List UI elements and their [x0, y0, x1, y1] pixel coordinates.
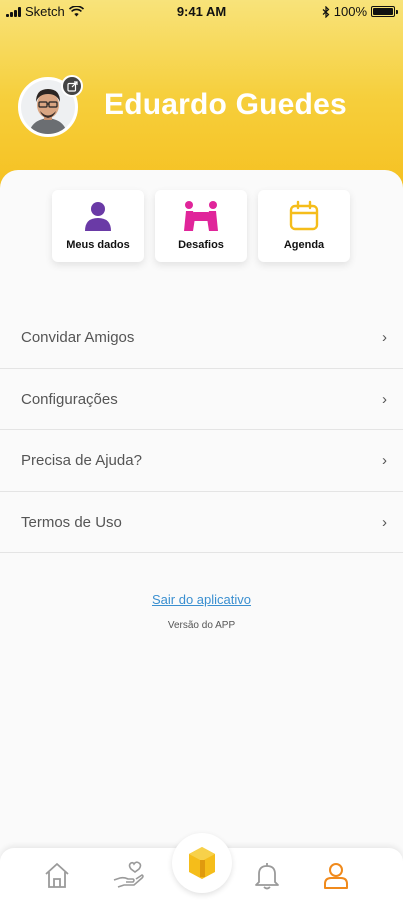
quick-action-label: Agenda [283, 239, 325, 251]
quick-action-agenda[interactable]: Agenda [258, 190, 350, 262]
user-name: Eduardo Guedes [104, 88, 347, 121]
menu-item-convidar-amigos[interactable]: Convidar Amigos › [0, 307, 403, 369]
menu-item-termos-de-uso[interactable]: Termos de Uso › [0, 492, 403, 553]
quick-action-meus-dados[interactable]: Meus dados [52, 190, 144, 262]
chevron-right-icon: › [382, 329, 387, 346]
bluetooth-icon [322, 5, 330, 18]
heart-hand-icon [113, 861, 144, 888]
person-icon [52, 200, 144, 232]
home-icon [45, 863, 69, 888]
tab-profile[interactable] [319, 858, 353, 892]
app-logo-icon [189, 847, 215, 879]
chevron-right-icon: › [382, 513, 387, 531]
battery-icon [371, 6, 398, 17]
calendar-icon [258, 200, 350, 232]
menu-item-label: Configurações [21, 390, 118, 408]
tab-notifications[interactable] [250, 858, 284, 892]
status-bar: Sketch 9:41 AM 100% [0, 0, 403, 24]
chevron-right-icon: › [382, 390, 387, 408]
quick-action-desafios[interactable]: Desafios [155, 190, 247, 262]
bell-icon [255, 863, 279, 890]
tab-home[interactable] [40, 858, 74, 892]
profile-icon [324, 863, 348, 889]
chevron-right-icon: › [382, 452, 387, 469]
edit-photo-button[interactable] [61, 75, 83, 97]
menu-item-label: Termos de Uso [21, 513, 122, 531]
tab-center-app[interactable] [172, 833, 232, 893]
quick-action-label: Meus dados [66, 239, 130, 251]
menu-item-label: Precisa de Ajuda? [21, 452, 142, 469]
tab-donations[interactable] [112, 858, 146, 892]
logout-link[interactable]: Sair do aplicativo [0, 592, 403, 607]
challenge-icon [155, 200, 247, 232]
external-edit-icon [66, 80, 78, 92]
status-right: 100% [322, 4, 398, 19]
menu-item-label: Convidar Amigos [21, 329, 135, 346]
battery-percent: 100% [333, 4, 367, 19]
quick-action-label: Desafios [178, 239, 224, 251]
app-version: Versão do APP [167, 620, 236, 631]
menu-item-ajuda[interactable]: Precisa de Ajuda? › [0, 430, 403, 492]
menu-item-configuracoes[interactable]: Configurações › [0, 369, 403, 430]
menu-list: Convidar Amigos › Configurações › Precis… [0, 307, 403, 553]
